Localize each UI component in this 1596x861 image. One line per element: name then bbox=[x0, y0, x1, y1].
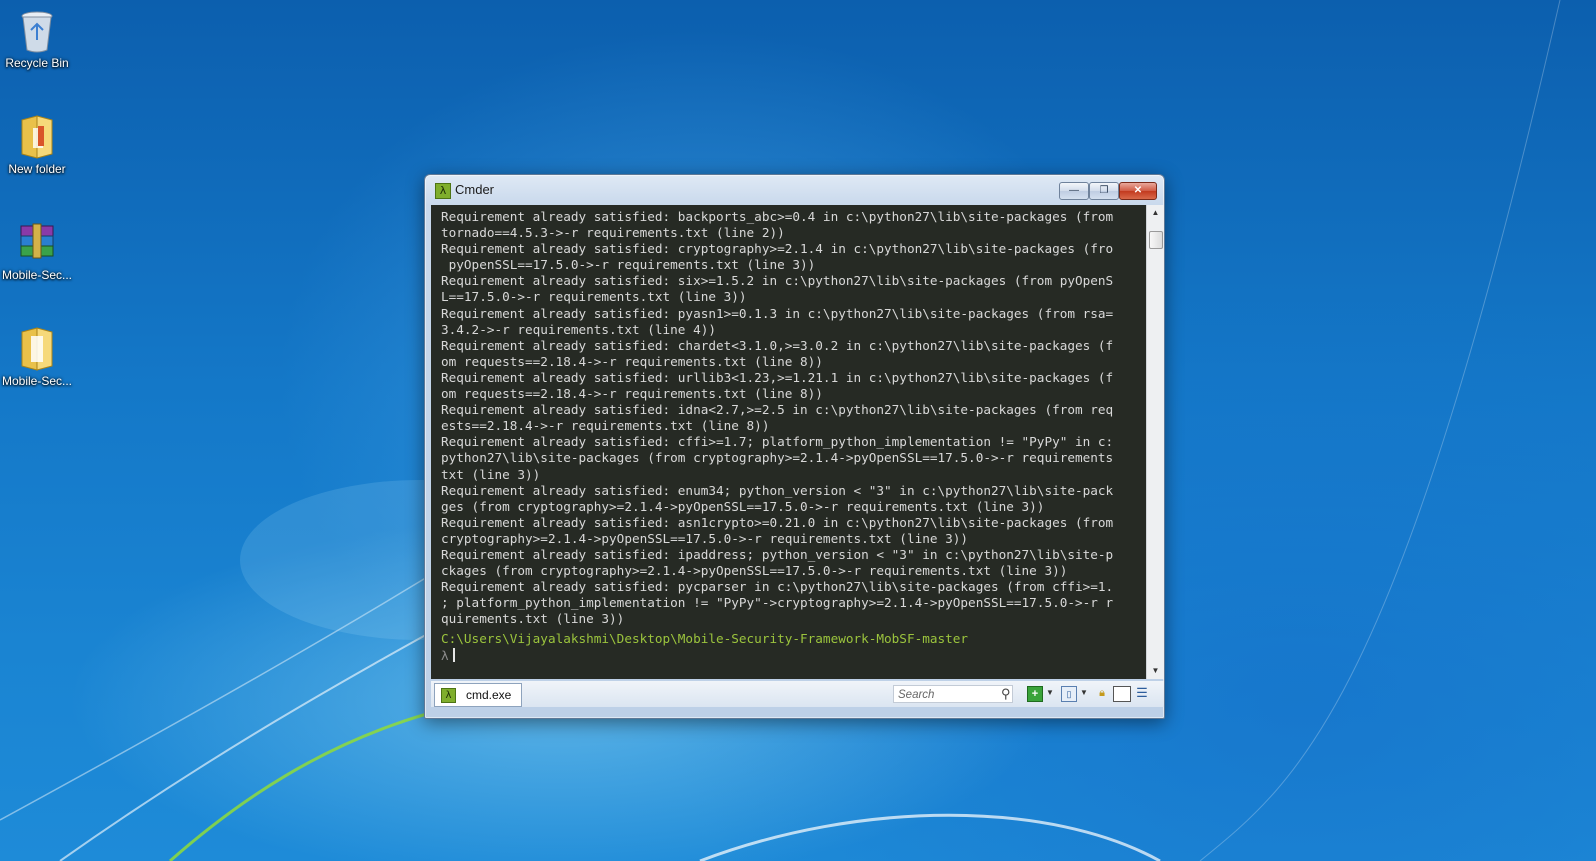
terminal-line: Requirement already satisfied: idna<2.7,… bbox=[441, 402, 1114, 418]
terminal-line: ges (from cryptography>=2.1.4->pyOpenSSL… bbox=[441, 498, 1045, 514]
prompt-symbol: λ bbox=[441, 647, 449, 663]
cmder-logo-icon: λ bbox=[441, 688, 456, 703]
desktop-icon-mobile-sec-archive[interactable]: Mobile-Sec... bbox=[0, 220, 74, 282]
lock-icon[interactable]: 🔒︎ bbox=[1095, 686, 1109, 700]
desktop-icon-recycle-bin[interactable]: Recycle Bin bbox=[0, 8, 74, 70]
text-cursor bbox=[452, 647, 455, 662]
search-input[interactable]: Search bbox=[893, 685, 1013, 703]
folder-icon bbox=[17, 114, 57, 160]
terminal-output[interactable]: Requirement already satisfied: backports… bbox=[431, 205, 1146, 679]
scroll-up-arrow-icon[interactable]: ▲ bbox=[1147, 205, 1164, 221]
tab-label: cmd.exe bbox=[466, 688, 512, 702]
status-bar: λ cmd.exe Search ⚲ + ▼ ▯ ▼ 🔒︎ ☰ bbox=[431, 681, 1164, 707]
title-bar[interactable]: λ Cmder — ❐ ✕ bbox=[425, 175, 1164, 203]
window-title: Cmder bbox=[455, 182, 495, 197]
desktop-icon-mobile-sec-folder[interactable]: Mobile-Sec... bbox=[0, 326, 74, 388]
terminal-line: Requirement already satisfied: enum34; p… bbox=[441, 482, 1114, 498]
terminal-line: ; platform_python_implementation != "PyP… bbox=[441, 595, 1114, 611]
desktop-icon-label: Mobile-Sec... bbox=[1, 268, 73, 282]
terminal-line: Requirement already satisfied: chardet<3… bbox=[441, 337, 1114, 353]
close-button[interactable]: ✕ bbox=[1119, 182, 1157, 200]
terminal-line: ckages (from cryptography>=2.1.4->pyOpen… bbox=[441, 563, 1068, 579]
desktop-icon-label: Recycle Bin bbox=[5, 56, 69, 70]
terminal-line: quirements.txt (line 3)) bbox=[441, 611, 625, 627]
search-icon[interactable]: ⚲ bbox=[1001, 686, 1017, 702]
vertical-scrollbar[interactable]: ▲ ▼ bbox=[1146, 205, 1164, 679]
terminal-line: tornado==4.5.3->-r requirements.txt (lin… bbox=[441, 225, 785, 241]
cmder-logo-icon: λ bbox=[435, 183, 451, 199]
terminal-line: pyOpenSSL==17.5.0->-r requirements.txt (… bbox=[441, 257, 816, 273]
dropdown-icon[interactable]: ▼ bbox=[1043, 686, 1057, 700]
new-console-icon[interactable]: + bbox=[1027, 686, 1043, 702]
scroll-down-arrow-icon[interactable]: ▼ bbox=[1147, 663, 1164, 679]
terminal-line: L==17.5.0->-r requirements.txt (line 3)) bbox=[441, 289, 747, 305]
cmder-window[interactable]: λ Cmder — ❐ ✕ Requirement already satisf… bbox=[424, 174, 1165, 719]
terminal-line: Requirement already satisfied: backports… bbox=[441, 209, 1114, 224]
terminal-line: om requests==2.18.4->-r requirements.txt… bbox=[441, 353, 823, 369]
desktop-icon-label: New folder bbox=[8, 162, 66, 176]
terminal-line: Requirement already satisfied: pyasn1>=0… bbox=[441, 305, 1114, 321]
terminal-line: Requirement already satisfied: cffi>=1.7… bbox=[441, 434, 1114, 450]
terminal-line: Requirement already satisfied: urllib3<1… bbox=[441, 369, 1114, 385]
scrollbar-thumb[interactable] bbox=[1149, 231, 1163, 249]
desktop-icon-label: Mobile-Sec... bbox=[1, 374, 73, 388]
terminal-line: cryptography>=2.1.4->pyOpenSSL==17.5.0->… bbox=[441, 530, 969, 546]
winrar-archive-icon bbox=[17, 220, 57, 266]
terminal-line: om requests==2.18.4->-r requirements.txt… bbox=[441, 386, 823, 402]
minimize-button[interactable]: — bbox=[1059, 182, 1089, 200]
split-view-icon[interactable] bbox=[1113, 686, 1131, 702]
terminal-line: Requirement already satisfied: asn1crypt… bbox=[441, 514, 1114, 530]
layout-icon[interactable]: ▯ bbox=[1061, 686, 1077, 702]
folder-icon bbox=[17, 326, 57, 372]
tab-cmd-exe[interactable]: λ cmd.exe bbox=[434, 683, 522, 707]
maximize-button[interactable]: ❐ bbox=[1089, 182, 1119, 200]
current-directory: C:\Users\Vijayalakshmi\Desktop\Mobile-Se… bbox=[441, 631, 969, 647]
menu-icon[interactable]: ☰ bbox=[1135, 686, 1149, 700]
recycle-bin-icon bbox=[17, 8, 57, 54]
terminal-line: ests==2.18.4->-r requirements.txt (line … bbox=[441, 418, 770, 434]
terminal-line: Requirement already satisfied: cryptogra… bbox=[441, 241, 1114, 257]
terminal-line: Requirement already satisfied: ipaddress… bbox=[441, 546, 1114, 562]
dropdown-icon[interactable]: ▼ bbox=[1077, 686, 1091, 700]
desktop-icon-new-folder[interactable]: New folder bbox=[0, 114, 74, 176]
terminal-line: Requirement already satisfied: pycparser… bbox=[441, 579, 1114, 595]
terminal-line: Requirement already satisfied: six>=1.5.… bbox=[441, 273, 1114, 289]
terminal-line: python27\lib\site-packages (from cryptog… bbox=[441, 450, 1114, 466]
terminal-lines: Requirement already satisfied: backports… bbox=[431, 205, 1146, 627]
terminal-line: txt (line 3)) bbox=[441, 466, 541, 482]
terminal-line: 3.4.2->-r requirements.txt (line 4)) bbox=[441, 321, 716, 337]
